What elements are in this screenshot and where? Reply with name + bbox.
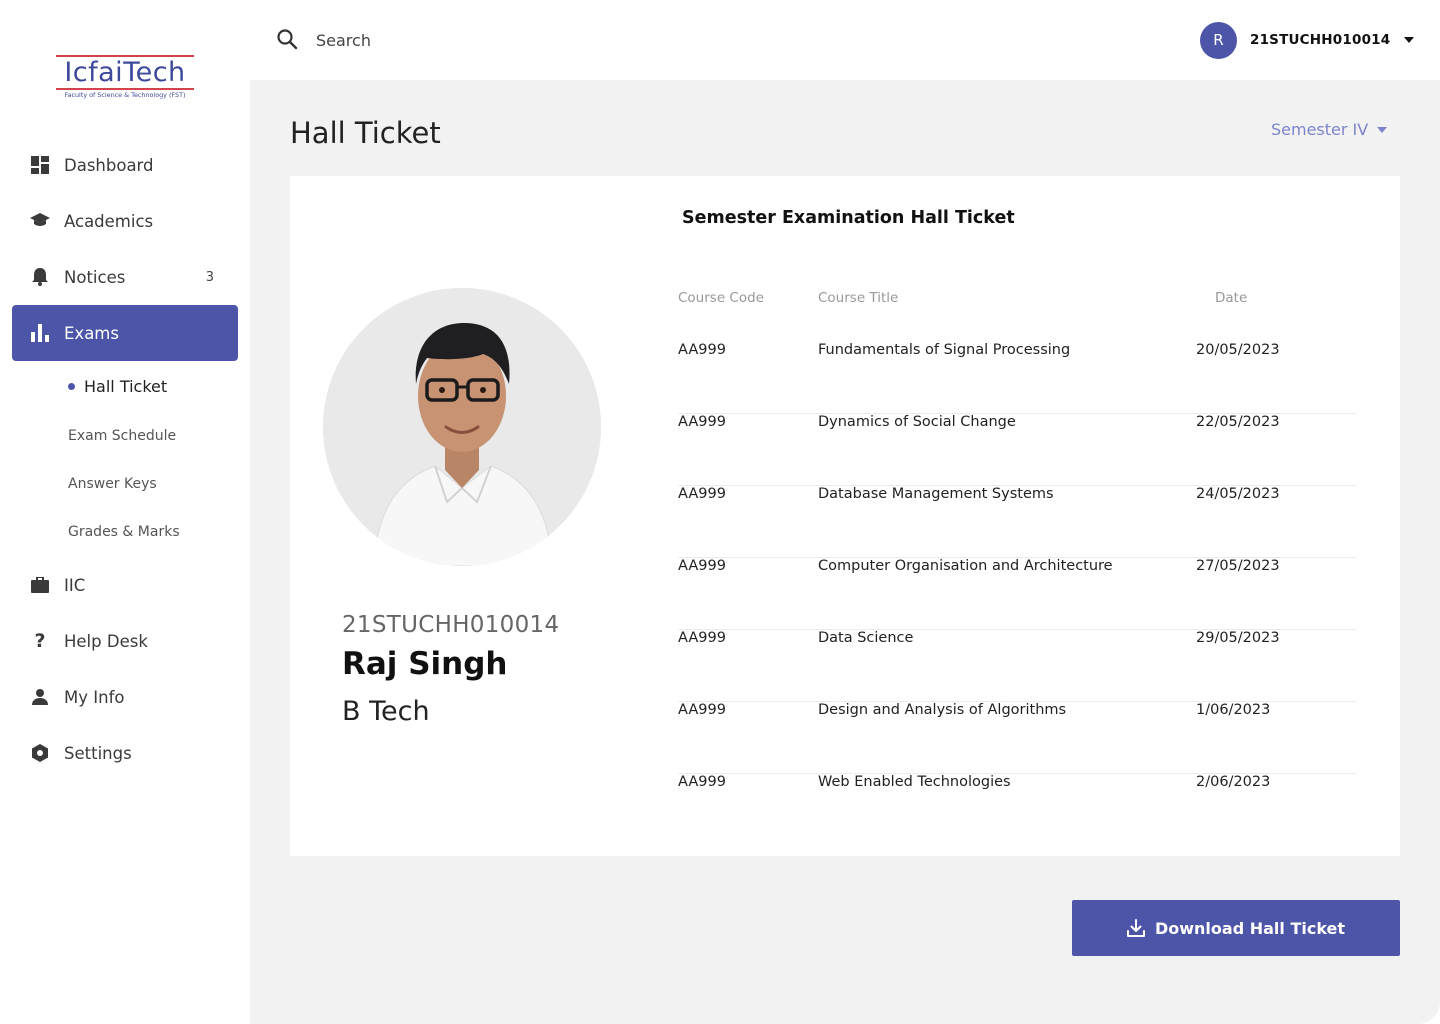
- logo-bottom-line: [56, 88, 194, 90]
- sidebar-item-notices[interactable]: Notices 3: [12, 249, 238, 305]
- chevron-down-icon: [1377, 126, 1388, 133]
- exam-date: 2/06/2023: [1196, 774, 1271, 790]
- table-row: AA999 Design and Analysis of Algorithms …: [678, 702, 1356, 774]
- bar-chart-icon: [30, 323, 50, 343]
- column-header-course-title: Course Title: [818, 290, 899, 306]
- table-row: AA999 Data Science 29/05/2023: [678, 630, 1356, 702]
- search-input[interactable]: [316, 26, 576, 54]
- active-dot: [68, 383, 75, 390]
- sidebar-item-settings[interactable]: Settings: [12, 725, 238, 781]
- logo-text: IcfaiTech: [64, 57, 186, 88]
- course-title: Dynamics of Social Change: [818, 414, 1016, 430]
- subnav-label: Hall Ticket: [84, 377, 168, 396]
- icfaitech-logo[interactable]: IcfaiTech Faculty of Science & Technolog…: [56, 55, 194, 101]
- course-code: AA999: [678, 774, 726, 790]
- sidebar-item-dashboard[interactable]: Dashboard: [12, 137, 238, 193]
- course-code: AA999: [678, 342, 726, 358]
- hall-ticket-card: Semester Examination Hall Ticket 21STUCH…: [290, 176, 1400, 856]
- search-icon[interactable]: [276, 28, 298, 50]
- course-title: Design and Analysis of Algorithms: [818, 702, 1067, 718]
- sidebar-item-label: Exams: [64, 323, 119, 343]
- sidebar-item-label: Academics: [64, 211, 154, 231]
- main-content: Hall Ticket Semester IV Semester Examina…: [250, 80, 1440, 1024]
- student-photo: [323, 288, 601, 566]
- exam-date: 20/05/2023: [1196, 342, 1280, 358]
- course-code: AA999: [678, 558, 726, 574]
- table-row: AA999 Web Enabled Technologies 2/06/2023: [678, 774, 1356, 846]
- card-title: Semester Examination Hall Ticket: [682, 208, 1015, 228]
- table-row: AA999 Database Management Systems 24/05/…: [678, 486, 1356, 558]
- user-menu[interactable]: R 21STUCHH010014: [1200, 21, 1415, 59]
- course-code: AA999: [678, 702, 726, 718]
- exam-date: 22/05/2023: [1196, 414, 1280, 430]
- sidebar-item-exams[interactable]: Exams: [12, 305, 238, 361]
- sidebar-item-label: Notices: [64, 267, 126, 287]
- sidebar-item-iic[interactable]: IIC: [12, 557, 238, 613]
- course-title: Computer Organisation and Architecture: [818, 558, 1113, 574]
- course-code: AA999: [678, 414, 726, 430]
- logo-subtitle: Faculty of Science & Technology (FST): [64, 91, 186, 99]
- user-id: 21STUCHH010014: [1250, 32, 1391, 48]
- graduation-cap-icon: [30, 211, 50, 231]
- student-id: 21STUCHH010014: [342, 612, 560, 638]
- course-code: AA999: [678, 630, 726, 646]
- sidebar-item-label: IIC: [64, 575, 86, 595]
- subnav-hall-ticket[interactable]: Hall Ticket: [68, 377, 167, 396]
- user-icon: [30, 687, 50, 707]
- sidebar-item-my-info[interactable]: My Info: [12, 669, 238, 725]
- table-row: AA999 Computer Organisation and Architec…: [678, 558, 1356, 630]
- sidebar: IcfaiTech Faculty of Science & Technolog…: [0, 0, 250, 1024]
- table-row: AA999 Dynamics of Social Change 22/05/20…: [678, 414, 1356, 486]
- sidebar-item-label: Dashboard: [64, 155, 154, 175]
- sidebar-item-academics[interactable]: Academics: [12, 193, 238, 249]
- bell-icon: [30, 267, 50, 287]
- notices-count-badge: 3: [205, 269, 214, 285]
- question-icon: ?: [34, 630, 46, 652]
- download-hall-ticket-button[interactable]: Download Hall Ticket: [1072, 900, 1400, 956]
- course-title: Fundamentals of Signal Processing: [818, 342, 1071, 358]
- column-header-date: Date: [1215, 290, 1248, 306]
- sidebar-item-help-desk[interactable]: ? Help Desk: [12, 613, 238, 669]
- subnav-answer-keys[interactable]: Answer Keys: [68, 476, 157, 492]
- course-title: Web Enabled Technologies: [818, 774, 1011, 790]
- subnav-grades-marks[interactable]: Grades & Marks: [68, 524, 180, 540]
- avatar: R: [1200, 21, 1237, 59]
- top-bar: R 21STUCHH010014: [250, 0, 1440, 80]
- settings-icon: [30, 743, 50, 763]
- course-title: Data Science: [818, 630, 914, 646]
- student-name: Raj Singh: [342, 646, 508, 682]
- download-icon: [1126, 919, 1145, 937]
- semester-value: Semester IV: [1271, 120, 1369, 139]
- briefcase-icon: [30, 575, 50, 595]
- app-window: IcfaiTech Faculty of Science & Technolog…: [0, 0, 1440, 1024]
- sidebar-item-label: Help Desk: [64, 631, 148, 651]
- exam-date: 27/05/2023: [1196, 558, 1280, 574]
- table-row: AA999 Fundamentals of Signal Processing …: [678, 342, 1356, 414]
- semester-select[interactable]: Semester IV: [1271, 120, 1388, 139]
- subnav-exam-schedule[interactable]: Exam Schedule: [68, 428, 176, 444]
- exam-date: 29/05/2023: [1196, 630, 1280, 646]
- column-header-course-code: Course Code: [678, 290, 764, 306]
- exam-date: 24/05/2023: [1196, 486, 1280, 502]
- course-title: Database Management Systems: [818, 486, 1054, 502]
- download-button-label: Download Hall Ticket: [1154, 918, 1346, 938]
- student-program: B Tech: [342, 696, 430, 727]
- sidebar-item-label: Settings: [64, 743, 132, 763]
- page-title: Hall Ticket: [290, 116, 441, 150]
- course-code: AA999: [678, 486, 726, 502]
- dashboard-icon: [30, 155, 50, 175]
- chevron-down-icon: [1404, 37, 1415, 43]
- exam-date: 1/06/2023: [1196, 702, 1271, 718]
- sidebar-item-label: My Info: [64, 687, 125, 707]
